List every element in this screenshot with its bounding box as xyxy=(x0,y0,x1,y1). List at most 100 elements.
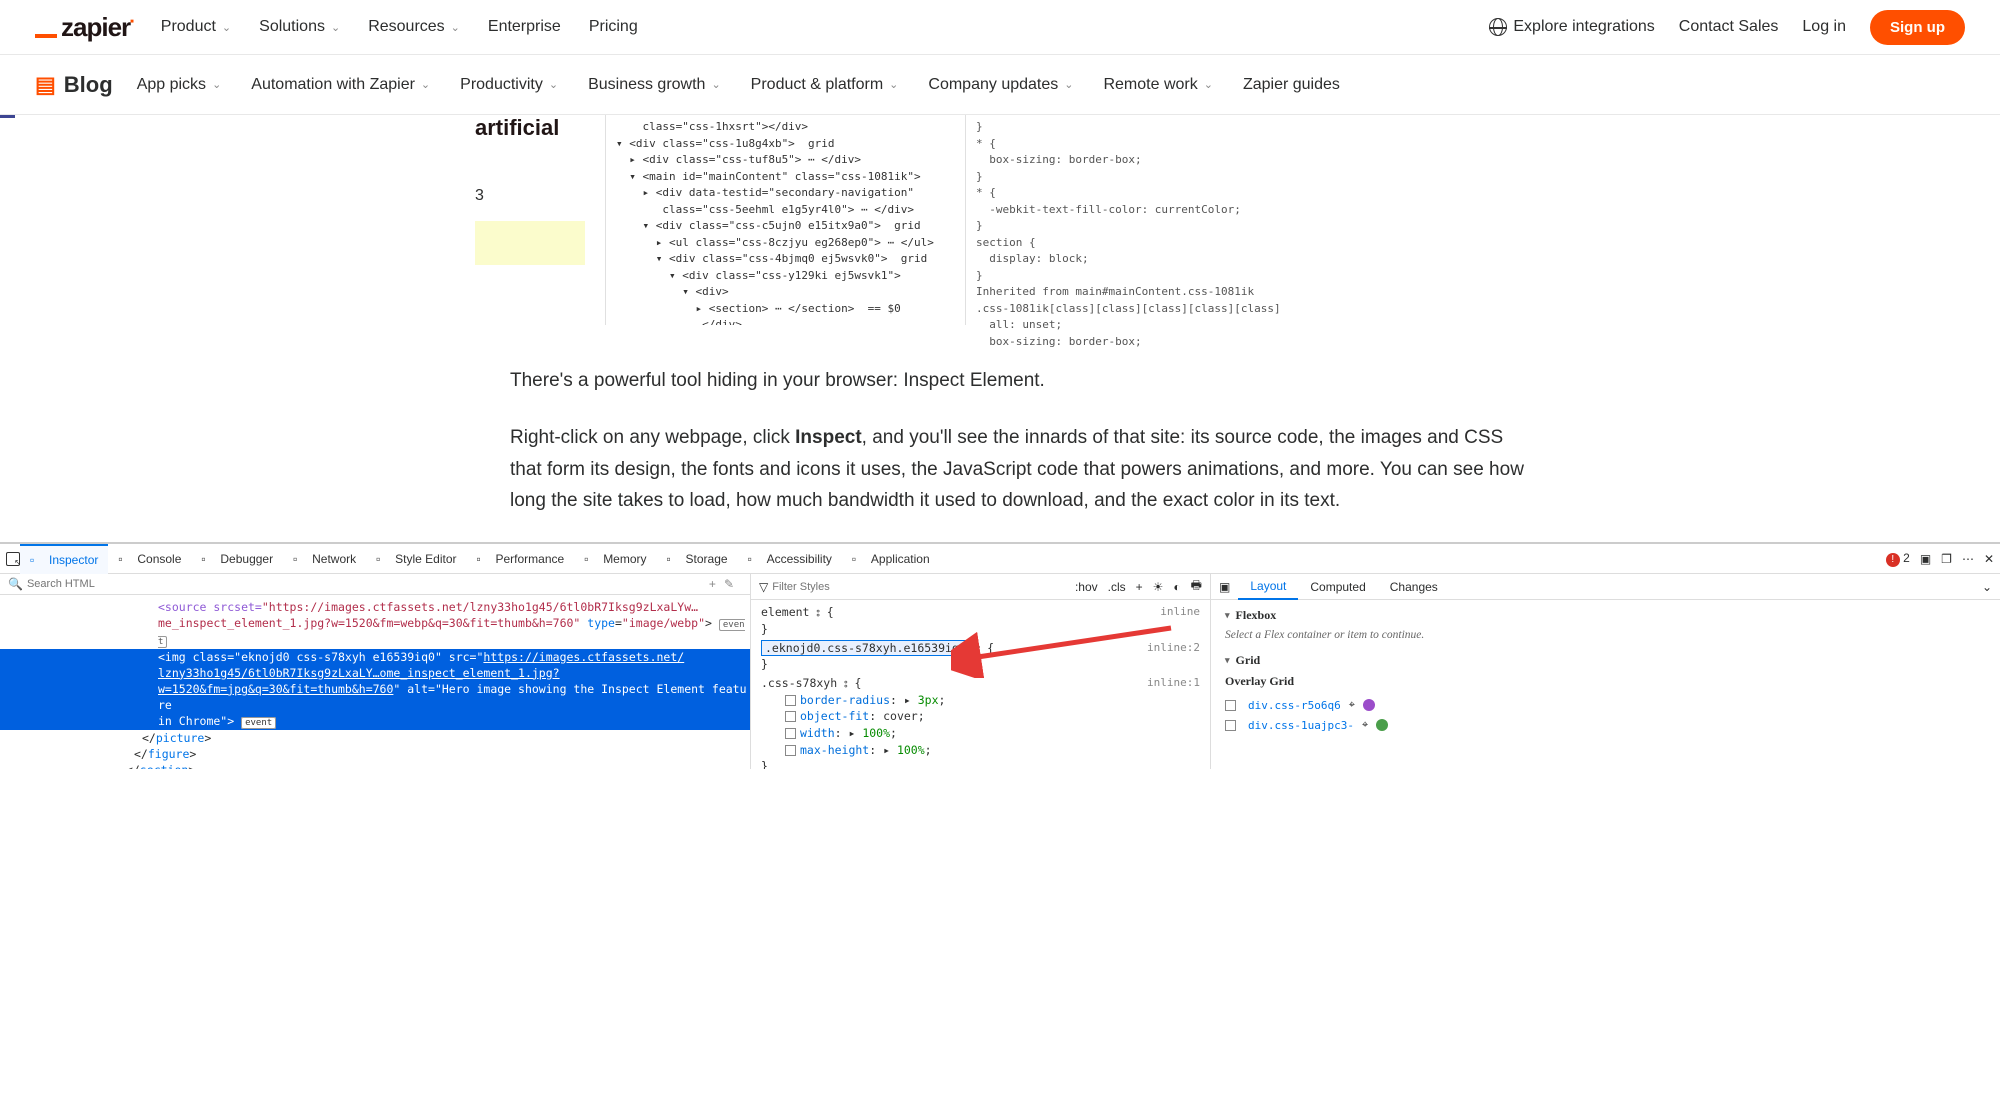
new-rule-icon[interactable]: + xyxy=(1136,580,1143,594)
nav-pricing[interactable]: Pricing xyxy=(589,18,638,36)
accessibility-icon: ▫ xyxy=(748,552,762,566)
contrast-icon[interactable]: ◐ xyxy=(1173,580,1180,594)
html-search[interactable]: 🔍 + ✎ xyxy=(0,574,750,595)
style editor-icon: ▫ xyxy=(376,552,390,566)
blognav-remote-work[interactable]: Remote work ⌄ xyxy=(1103,76,1212,94)
filter-icon: ▽ xyxy=(759,580,768,594)
html-line[interactable]: </figure> xyxy=(0,746,750,762)
tab-debugger[interactable]: ▫Debugger xyxy=(191,544,283,574)
blognav-business-growth[interactable]: Business growth ⌄ xyxy=(588,76,721,94)
tab-performance[interactable]: ▫Performance xyxy=(466,544,574,574)
tab-network[interactable]: ▫Network xyxy=(283,544,366,574)
flexbox-message: Select a Flex container or item to conti… xyxy=(1225,629,1986,641)
search-icon: 🔍 xyxy=(8,577,23,591)
blog-nav: ▤ Blog App picks ⌄ Automation with Zapier… xyxy=(0,55,2000,115)
nav-enterprise[interactable]: Enterprise xyxy=(488,18,561,36)
chevron-down-icon: ⌄ xyxy=(1204,78,1213,91)
blognav-zapier-guides[interactable]: Zapier guides xyxy=(1243,76,1340,94)
article-paragraph-1: There's a powerful tool hiding in your b… xyxy=(510,365,1525,396)
explore-integrations-link[interactable]: Explore integrations xyxy=(1489,18,1654,36)
css-rule[interactable]: inlineelement ⦂ {} xyxy=(761,604,1200,637)
cls-toggle[interactable]: .cls xyxy=(1108,580,1126,594)
dock-icon[interactable]: ❐ xyxy=(1941,552,1952,566)
html-line[interactable]: lzny33ho1g45/6tl0bR7Iksg9zLxaLY…ome_insp… xyxy=(0,665,750,681)
blognav-productivity[interactable]: Productivity ⌄ xyxy=(460,76,558,94)
zapier-logo[interactable]: zapier ■ xyxy=(35,12,133,43)
article-body: artificial 3 class="css-1hxsrt"></div> ▾… xyxy=(440,115,1560,516)
nav-solutions[interactable]: Solutions ⌄ xyxy=(259,18,340,36)
html-line[interactable]: </picture> xyxy=(0,730,750,746)
reading-progress xyxy=(0,115,15,118)
target-icon[interactable]: ⌖ xyxy=(1349,698,1355,712)
styles-filter[interactable]: ▽ xyxy=(759,580,1065,594)
tab-application[interactable]: ▫Application xyxy=(842,544,940,574)
globe-icon xyxy=(1489,18,1507,36)
application-icon: ▫ xyxy=(852,552,866,566)
nav-product[interactable]: Product ⌄ xyxy=(161,18,231,36)
html-tree[interactable]: <source srcset="https://images.ctfassets… xyxy=(0,595,750,769)
chevron-down-icon: ⌄ xyxy=(212,78,221,91)
top-nav: zapier ■ Product ⌄ Solutions ⌄ Resources ⌄… xyxy=(0,0,2000,55)
html-search-input[interactable] xyxy=(27,578,709,590)
fig-devtools-styles: } * { box-sizing: border-box; } * { -web… xyxy=(965,115,1255,325)
flexbox-heading[interactable]: ▾Flexbox xyxy=(1225,608,1986,623)
chevron-down-icon: ⌄ xyxy=(451,21,460,34)
fig-heading-fragment: artificial xyxy=(475,115,605,141)
more-icon[interactable]: ⋯ xyxy=(1962,552,1974,566)
print-icon[interactable]: 🖶 xyxy=(1191,576,1202,597)
tab-style-editor[interactable]: ▫Style Editor xyxy=(366,544,466,574)
styles-pane: ▽ :hov .cls + ☀ ◐ 🖶 inlineelement ⦂ {}in… xyxy=(750,574,1210,769)
performance-icon: ▫ xyxy=(476,552,490,566)
fig-devtools-html: class="css-1hxsrt"></div> ▾ <div class="… xyxy=(605,115,965,325)
html-line[interactable]: <img class="eknojd0 css-s78xyh e16539iq0… xyxy=(0,649,750,665)
tab-inspector[interactable]: ▫Inspector xyxy=(20,544,108,574)
devtools-tabbar: ↖ ▫Inspector▫Console▫Debugger▫Network▫St… xyxy=(0,544,2000,574)
chevron-down-icon: ⌄ xyxy=(222,21,231,34)
light-mode-icon[interactable]: ☀ xyxy=(1153,580,1164,594)
error-count[interactable]: ! 2 xyxy=(1886,551,1910,567)
styles-rules[interactable]: inlineelement ⦂ {}inline:2.eknojd0.css-s… xyxy=(751,600,1210,769)
tab-console[interactable]: ▫Console xyxy=(108,544,191,574)
chevron-down-icon: ⌄ xyxy=(421,78,430,91)
html-line[interactable]: in Chrome"> event xyxy=(0,713,750,730)
overlay-grid-item[interactable]: div.css-r5o6q6 ⌖ xyxy=(1225,695,1986,715)
top-nav-menu: Product ⌄ Solutions ⌄ Resources ⌄ Enterpris… xyxy=(161,18,638,36)
inspector-icon: ▫ xyxy=(30,553,44,567)
tab-accessibility[interactable]: ▫Accessibility xyxy=(738,544,842,574)
grid-heading[interactable]: ▾Grid xyxy=(1225,653,1986,668)
signup-button[interactable]: Sign up xyxy=(1870,10,1965,45)
close-devtools-icon[interactable]: ✕ xyxy=(1984,552,1994,566)
blognav-app-picks[interactable]: App picks ⌄ xyxy=(137,76,222,94)
tab-storage[interactable]: ▫Storage xyxy=(657,544,738,574)
styles-filter-input[interactable] xyxy=(772,581,914,593)
blognav-company-updates[interactable]: Company updates ⌄ xyxy=(928,76,1073,94)
overlay-grid-item[interactable]: div.css-1uajpc3- ⌖ xyxy=(1225,715,1986,735)
chevron-down-icon[interactable]: ⌄ xyxy=(1982,580,2000,594)
pick-element-icon[interactable]: ↖ xyxy=(6,552,20,566)
tab-memory[interactable]: ▫Memory xyxy=(574,544,656,574)
login-link[interactable]: Log in xyxy=(1802,18,1846,36)
nav-resources[interactable]: Resources ⌄ xyxy=(368,18,460,36)
html-line[interactable]: </section> xyxy=(0,762,750,770)
target-icon[interactable]: ⌖ xyxy=(1362,718,1368,732)
blognav-product-&-platform[interactable]: Product & platform ⌄ xyxy=(751,76,899,94)
side-tab-layout[interactable]: Layout xyxy=(1238,574,1298,600)
eyedropper-icon[interactable]: ✎ xyxy=(724,577,734,591)
html-line[interactable]: <source srcset="https://images.ctfassets… xyxy=(0,599,750,615)
contact-sales-link[interactable]: Contact Sales xyxy=(1679,18,1779,36)
responsive-mode-icon[interactable]: ▣ xyxy=(1920,552,1931,566)
side-tab-computed[interactable]: Computed xyxy=(1298,574,1377,600)
add-node-icon[interactable]: + xyxy=(709,577,716,591)
hov-toggle[interactable]: :hov xyxy=(1075,580,1098,594)
css-rule[interactable]: inline:1.css-s78xyh ⦂ {border-radius: ▸ … xyxy=(761,675,1200,769)
css-rule[interactable]: inline:2.eknojd0.css-s78xyh.e16539iq0 ⦂ … xyxy=(761,640,1200,673)
devtools-panel: ↖ ▫Inspector▫Console▫Debugger▫Network▫St… xyxy=(0,542,2000,769)
blog-icon: ▤ xyxy=(35,72,56,98)
blognav-automation-with-zapier[interactable]: Automation with Zapier ⌄ xyxy=(251,76,430,94)
side-tab-changes[interactable]: Changes xyxy=(1378,574,1450,600)
side-tab-icon[interactable]: ▣ xyxy=(1211,580,1238,594)
chevron-down-icon: ⌄ xyxy=(889,78,898,91)
html-line[interactable]: me_inspect_element_1.jpg?w=1520&fm=webp&… xyxy=(0,615,750,648)
html-line[interactable]: w=1520&fm=jpg&q=30&fit=thumb&h=760" alt=… xyxy=(0,681,750,713)
blog-logo[interactable]: ▤ Blog xyxy=(35,72,113,98)
